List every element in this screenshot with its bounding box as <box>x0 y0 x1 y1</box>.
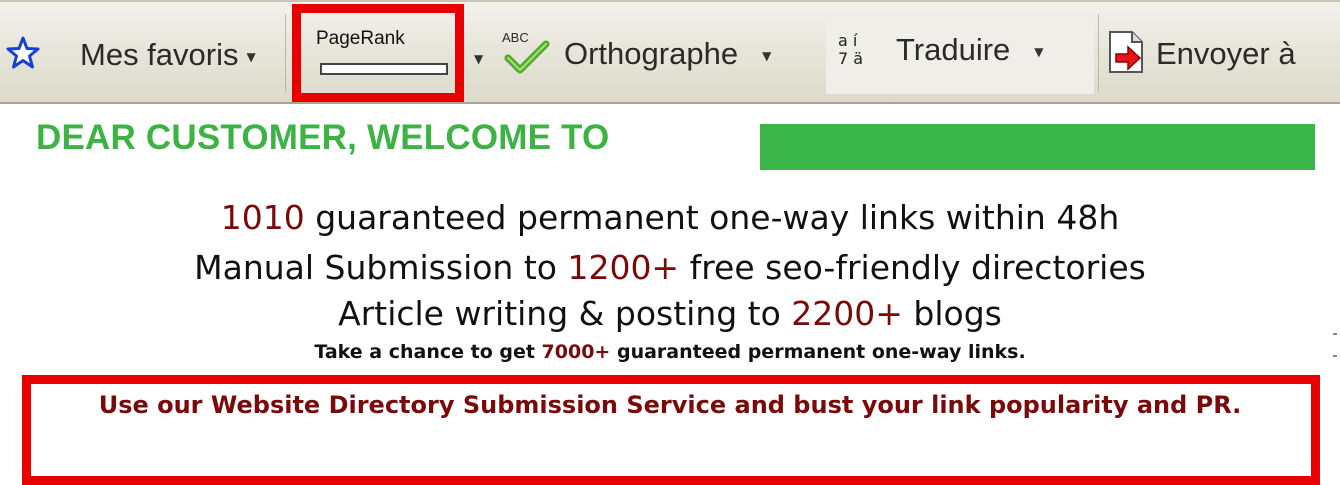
favorites-label: Mes favoris <box>80 37 239 72</box>
spelling-label: Orthographe <box>564 36 739 71</box>
welcome-heading: DEAR CUSTOMER, WELCOME TO <box>36 118 610 157</box>
offer-line-links: 1010 guaranteed permanent one-way links … <box>220 198 1120 237</box>
toolbar-separator <box>1098 14 1099 92</box>
favorites-button[interactable]: Mes favoris ▼ <box>6 36 256 74</box>
pagerank-highlight-box <box>292 4 464 102</box>
spelling-dropdown-arrow[interactable]: ▼ <box>762 49 771 63</box>
page-content: DEAR CUSTOMER, WELCOME TO 1010 guarantee… <box>0 104 1340 485</box>
chevron-down-icon[interactable]: ▼ <box>246 50 255 64</box>
spellcheck-icon: ABC <box>498 30 558 76</box>
translate-label: Traduire <box>896 32 1011 67</box>
scroll-edge-mark <box>1333 333 1337 335</box>
scroll-edge-mark <box>1333 355 1337 357</box>
spelling-button[interactable]: ABC Orthographe ▼ <box>498 30 771 76</box>
send-page-icon <box>1106 30 1146 78</box>
offer-line-chance: Take a chance to get 7000+ guaranteed pe… <box>314 341 1026 363</box>
browser-toolbar: Mes favoris ▼ PageRank ▼ ABC Orthographe… <box>0 0 1340 104</box>
offer-line-directories: Manual Submission to 1200+ free seo-frie… <box>194 248 1146 287</box>
translate-icon: a í 7 ä <box>838 31 864 68</box>
send-button[interactable]: Envoyer à <box>1106 30 1296 78</box>
cta-text: Use our Website Directory Submission Ser… <box>98 391 1242 419</box>
pagerank-dropdown-arrow[interactable]: ▼ <box>474 52 483 66</box>
translate-dropdown-arrow[interactable]: ▼ <box>1034 45 1043 59</box>
redacted-site-name <box>760 124 1315 170</box>
toolbar-separator <box>285 14 286 92</box>
offer-line-blogs: Article writing & posting to 2200+ blogs <box>338 294 1002 333</box>
star-icon <box>6 36 40 74</box>
translate-button[interactable]: a í 7 ä Traduire ▼ <box>838 32 1044 68</box>
send-label: Envoyer à <box>1156 36 1296 71</box>
